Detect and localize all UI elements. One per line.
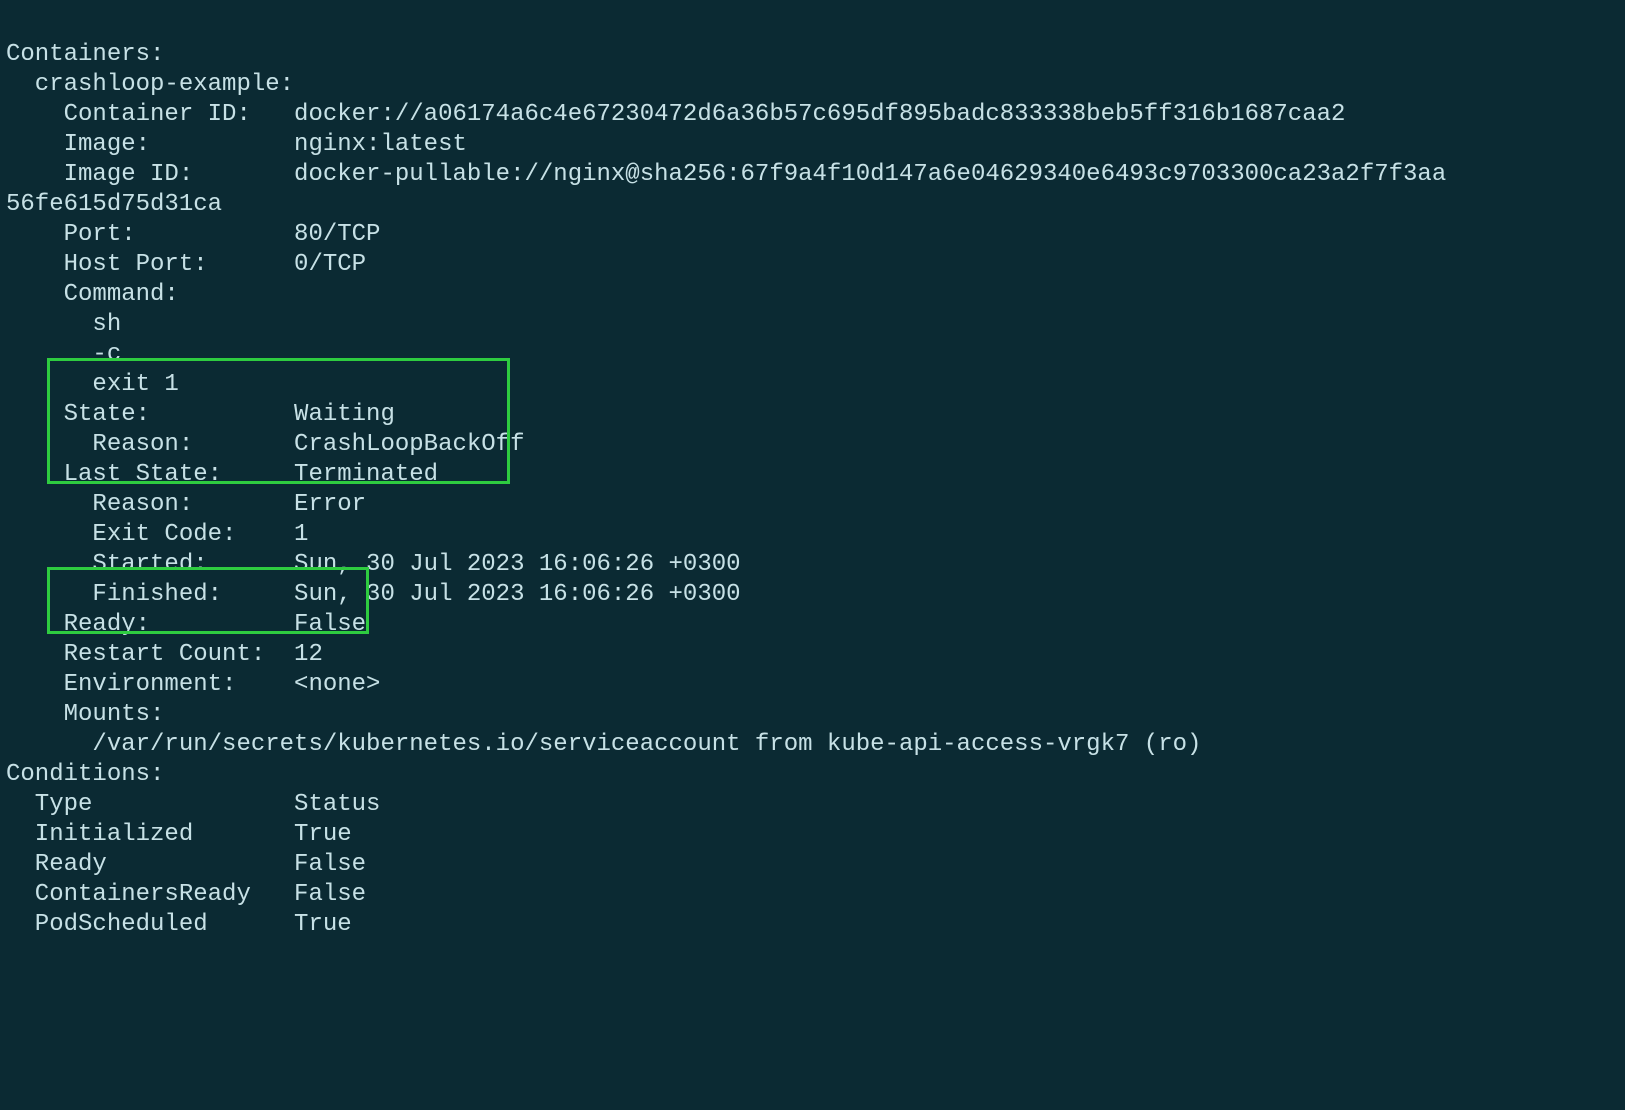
ready-line: Ready: False [6, 611, 366, 638]
last-state-line: Last State: Terminated [6, 461, 438, 488]
started-line: Started: Sun, 30 Jul 2023 16:06:26 +0300 [6, 551, 741, 578]
condition-initialized: Initialized True [6, 821, 352, 848]
condition-pod-scheduled: PodScheduled True [6, 911, 352, 938]
state-line: State: Waiting [6, 401, 395, 428]
image-id-line-2: 56fe615d75d31ca [6, 191, 222, 218]
container-id-line: Container ID: docker://a06174a6c4e672304… [6, 101, 1345, 128]
restart-count-line: Restart Count: 12 [6, 641, 323, 668]
finished-line: Finished: Sun, 30 Jul 2023 16:06:26 +030… [6, 581, 741, 608]
host-port-line: Host Port: 0/TCP [6, 251, 366, 278]
condition-ready: Ready False [6, 851, 366, 878]
image-line: Image: nginx:latest [6, 131, 467, 158]
command-sh: sh [6, 311, 121, 338]
exit-code-line: Exit Code: 1 [6, 521, 308, 548]
heading-containers: Containers: [6, 41, 164, 68]
container-name: crashloop-example: [6, 71, 294, 98]
mounts-line: Mounts: [6, 701, 164, 728]
conditions-heading: Conditions: [6, 761, 164, 788]
environment-line: Environment: <none> [6, 671, 380, 698]
command-c: -c [6, 341, 121, 368]
last-state-reason-line: Reason: Error [6, 491, 366, 518]
conditions-header: Type Status [6, 791, 380, 818]
port-line: Port: 80/TCP [6, 221, 380, 248]
terminal-output[interactable]: Containers: crashloop-example: Container… [0, 0, 1625, 1000]
mount-path-line: /var/run/secrets/kubernetes.io/serviceac… [6, 731, 1201, 758]
image-id-line-1: Image ID: docker-pullable://nginx@sha256… [6, 161, 1446, 188]
condition-containers-ready: ContainersReady False [6, 881, 366, 908]
command-line: Command: [6, 281, 179, 308]
command-exit: exit 1 [6, 371, 179, 398]
state-reason-line: Reason: CrashLoopBackOff [6, 431, 524, 458]
